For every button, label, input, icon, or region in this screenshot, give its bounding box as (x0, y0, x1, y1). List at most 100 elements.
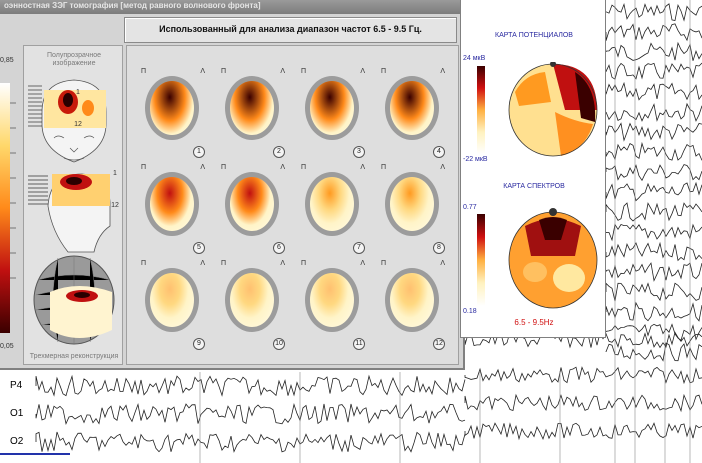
eeg-trace (605, 164, 702, 182)
slice-head-outline (145, 268, 199, 332)
slice-left-mark: Λ (280, 260, 285, 267)
tomography-slice[interactable]: П Λ 5 (137, 164, 209, 256)
eeg-trace (605, 282, 702, 302)
slice-number: 7 (353, 242, 365, 254)
slice-number: 6 (273, 242, 285, 254)
scale-min: 0,05 (0, 343, 14, 350)
color-scale: 0,85 0,05 (0, 45, 20, 365)
selection-marker (0, 453, 70, 455)
slice-activity-map (150, 273, 194, 327)
slice-left-mark: Λ (200, 164, 205, 171)
eeg-trace (605, 141, 702, 161)
slice-head-outline (305, 172, 359, 236)
slice-head-outline (145, 172, 199, 236)
channel-label-o2: O2 (10, 436, 24, 447)
tomography-slice[interactable]: П Λ 9 (137, 260, 209, 352)
slice-left-mark: Λ (200, 260, 205, 267)
front-head-view (28, 79, 107, 163)
slice-left-mark: Λ (360, 260, 365, 267)
front-marker-1: 1 (76, 89, 80, 96)
slice-right-mark: П (221, 164, 227, 171)
eeg-trace (605, 241, 702, 262)
slice-number: 9 (193, 338, 205, 350)
scale-ticks (10, 102, 16, 279)
semi-transparent-label-2: изображение (52, 60, 96, 67)
potentials-map (508, 62, 598, 157)
window-titlebar[interactable]: оэнностная ЗЭГ томография [метод равного… (0, 0, 465, 14)
slice-number: 11 (353, 338, 365, 350)
slice-left-mark: Λ (360, 164, 365, 171)
slice-head-outline (305, 268, 359, 332)
side-marker-12: 12 (111, 202, 119, 209)
eeg-trace (605, 301, 702, 322)
scale-max: 0,85 (0, 57, 14, 64)
slice-number: 2 (273, 146, 285, 158)
slice-number: 3 (353, 146, 365, 158)
slice-activity-map (390, 177, 434, 231)
slice-right-mark: П (301, 68, 307, 75)
slice-right-mark: П (301, 260, 307, 267)
side-head-view (28, 173, 111, 253)
slice-right-mark: П (221, 260, 227, 267)
3d-reconstruction-label: Трехмерная реконструкция (29, 353, 119, 360)
tomography-slice[interactable]: П Λ 1 (137, 68, 209, 160)
slice-right-mark: П (301, 164, 307, 171)
slice-left-mark: Λ (200, 68, 205, 75)
slice-right-mark: П (141, 164, 147, 171)
front-marker-12: 12 (74, 121, 82, 128)
tomography-slice[interactable]: П Λ 10 (217, 260, 289, 352)
slice-activity-map (390, 81, 434, 135)
frequency-range-header: Использованный для анализа диапазон част… (124, 17, 457, 43)
slice-left-mark: Λ (440, 260, 445, 267)
side-marker-1: 1 (113, 170, 117, 177)
eeg-trace (35, 431, 466, 453)
eeg-trace (35, 374, 466, 397)
slice-activity-map (310, 81, 354, 135)
slice-left-mark: Λ (280, 68, 285, 75)
eeg-trace (464, 422, 702, 441)
slice-head-outline (385, 76, 439, 140)
potentials-scale (477, 66, 485, 154)
eeg-trace (35, 402, 466, 425)
tomography-slice[interactable]: П Λ 4 (377, 68, 449, 160)
slice-number: 8 (433, 242, 445, 254)
eeg-trace (605, 81, 702, 101)
slice-number: 4 (433, 146, 445, 158)
tomography-slice[interactable]: П Λ 2 (217, 68, 289, 160)
slice-right-mark: П (381, 68, 387, 75)
channel-label-p4: P4 (10, 380, 23, 391)
tomography-slice[interactable]: П Λ 3 (297, 68, 369, 160)
eeg-trace (605, 102, 702, 122)
tomography-slice[interactable]: П Λ 6 (217, 164, 289, 256)
tomography-slice[interactable]: П Λ 12 (377, 260, 449, 352)
tomography-slice[interactable]: П Λ 7 (297, 164, 369, 256)
slice-activity-map (150, 81, 194, 135)
slice-activity-map (390, 273, 434, 327)
slice-left-mark: Λ (440, 164, 445, 171)
slice-activity-map (230, 273, 274, 327)
slice-head-outline (145, 76, 199, 140)
eeg-trace (605, 23, 702, 42)
potentials-map-title: КАРТА ПОТЕНЦИАЛОВ (495, 32, 573, 39)
frequency-range-text: Использованный для анализа диапазон част… (159, 24, 422, 34)
slice-activity-map (310, 273, 354, 327)
potentials-min: -22 мкВ (463, 156, 488, 163)
slice-right-mark: П (141, 68, 147, 75)
eeg-trace (605, 202, 702, 222)
slice-activity-map (230, 81, 274, 135)
tomography-slices-grid: П Λ 1 П Λ 2 П Λ 3 П Λ 4 П Λ 5 П Λ 6 П Λ 7 П Λ 8 П Λ 9 П Λ 10 П Λ 11 П Λ 12 (126, 45, 459, 365)
tomography-slice[interactable]: П Λ 8 (377, 164, 449, 256)
slice-head-outline (385, 172, 439, 236)
slice-head-outline (225, 76, 279, 140)
slice-head-outline (225, 268, 279, 332)
slice-right-mark: П (381, 260, 387, 267)
tomography-slice[interactable]: П Λ 11 (297, 260, 369, 352)
eeg-trace (605, 62, 702, 80)
slice-activity-map (230, 177, 274, 231)
scale-gradient (0, 83, 10, 333)
eeg-trace (464, 393, 702, 413)
head-views-panel: Полупрозрачное изображение 1 12 1 12 Тре… (23, 45, 123, 365)
window-title: оэнностная ЗЭГ томография [метод равного… (4, 1, 261, 10)
slice-number: 5 (193, 242, 205, 254)
slice-right-mark: П (141, 260, 147, 267)
